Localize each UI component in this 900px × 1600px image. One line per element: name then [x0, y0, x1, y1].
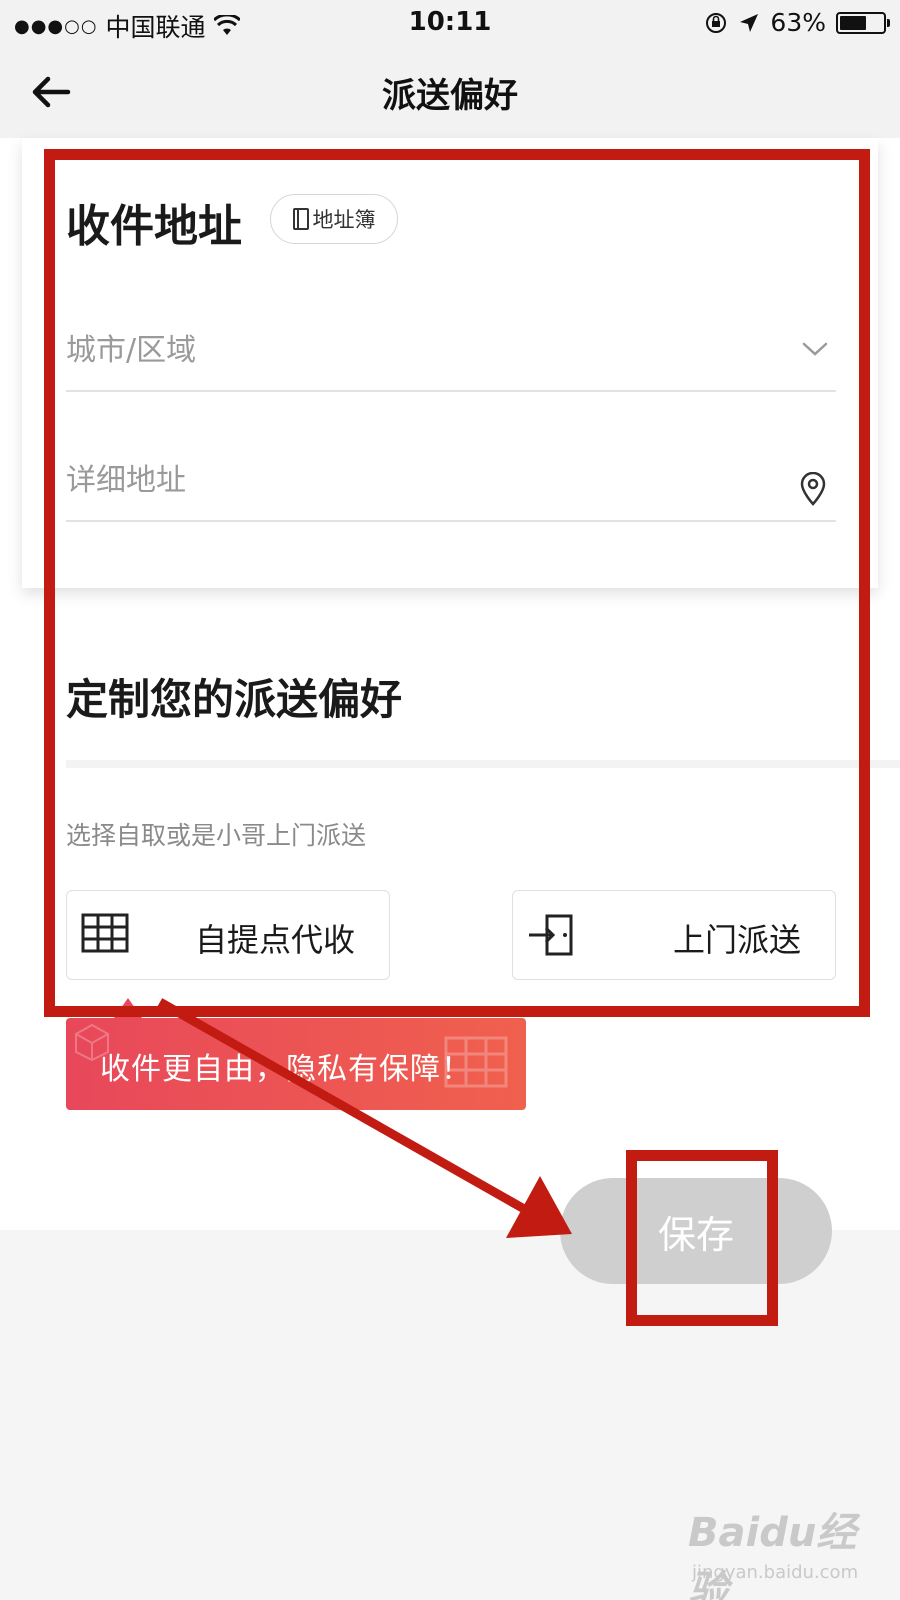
- save-button[interactable]: 保存: [560, 1178, 832, 1284]
- city-region-input[interactable]: [66, 328, 766, 372]
- pickup-point-option[interactable]: 自提点代收: [66, 890, 390, 980]
- battery-percent: 63%: [770, 8, 826, 37]
- preference-section-title: 定制您的派送偏好: [66, 675, 403, 724]
- address-section-title: 收件地址: [66, 201, 242, 252]
- section-divider: [66, 760, 900, 768]
- orientation-lock-icon: [706, 12, 727, 33]
- status-bar: ●●●○○ 中国联通 10:11 63%: [0, 0, 900, 46]
- pickup-point-label: 自提点代收: [195, 921, 356, 959]
- door-enter-icon: [529, 914, 573, 956]
- locker-watermark-icon: [444, 1036, 508, 1088]
- location-pin-icon[interactable]: [798, 472, 828, 506]
- battery-icon: [836, 11, 890, 34]
- location-arrow-icon: [740, 13, 759, 32]
- status-right: 63%: [704, 8, 890, 37]
- page-title: 派送偏好: [382, 76, 518, 116]
- city-region-field[interactable]: [66, 312, 836, 392]
- baidu-watermark: Baidu经验 jingyan.baidu.com: [688, 1500, 888, 1600]
- grid-locker-icon: [81, 913, 129, 953]
- chevron-down-icon[interactable]: [800, 334, 830, 364]
- tooltip-pointer: [114, 998, 142, 1018]
- detail-address-field[interactable]: [66, 442, 836, 522]
- tooltip-text: 收件更自由，隐私有保障！: [100, 1052, 472, 1087]
- watermark-url: jingyan.baidu.com: [692, 1562, 859, 1583]
- pickup-tooltip: 收件更自由，隐私有保障！: [66, 1018, 526, 1110]
- address-book-label: 地址簿: [312, 208, 376, 232]
- address-book-icon: [292, 208, 309, 230]
- address-book-button[interactable]: 地址簿: [270, 194, 398, 244]
- navigation-bar: 派送偏好: [0, 46, 900, 138]
- door-delivery-label: 上门派送: [672, 921, 801, 959]
- door-delivery-option[interactable]: 上门派送: [512, 890, 836, 980]
- battery-fill: [840, 15, 867, 30]
- detail-address-input[interactable]: [66, 458, 766, 502]
- watermark-brand: Baidu经验: [688, 1510, 857, 1600]
- preference-subtitle: 选择自取或是小哥上门派送: [66, 821, 367, 850]
